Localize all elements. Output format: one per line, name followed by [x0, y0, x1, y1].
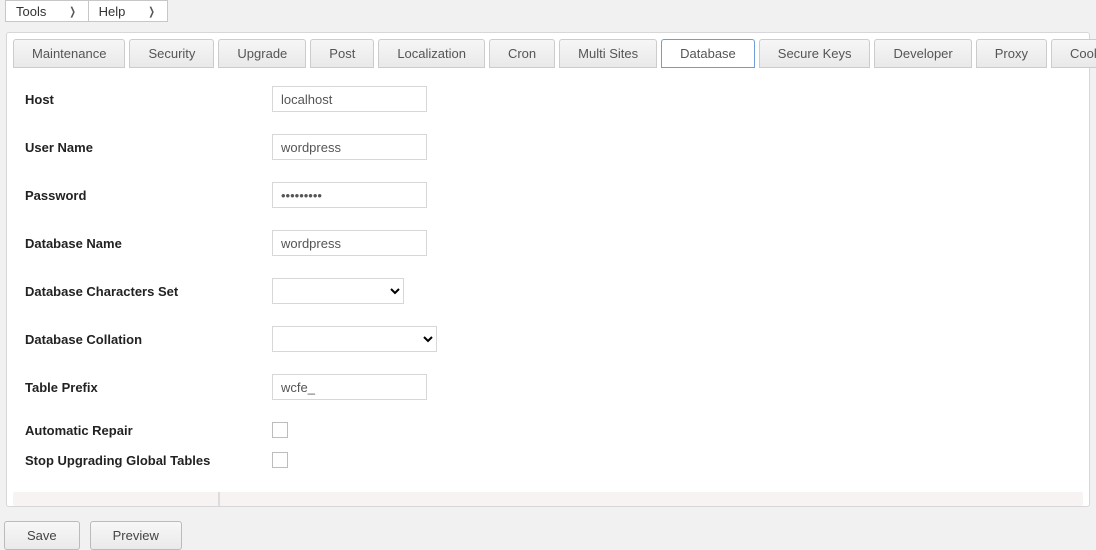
- preview-button[interactable]: Preview: [90, 521, 182, 550]
- tab-proxy[interactable]: Proxy: [976, 39, 1047, 68]
- menu-tools[interactable]: Tools ❯: [5, 0, 89, 22]
- save-button[interactable]: Save: [4, 521, 80, 550]
- menu-label: Tools: [16, 4, 46, 19]
- dbname-label: Database Name: [25, 236, 272, 251]
- tab-cron[interactable]: Cron: [489, 39, 555, 68]
- database-form: Host User Name Password Database Name Da…: [11, 68, 1085, 486]
- collation-select[interactable]: [272, 326, 437, 352]
- charset-select[interactable]: [272, 278, 404, 304]
- prefix-label: Table Prefix: [25, 380, 272, 395]
- tab-maintenance[interactable]: Maintenance: [13, 39, 125, 68]
- collation-label: Database Collation: [25, 332, 272, 347]
- panel-footer: [13, 492, 1083, 506]
- auto-repair-label: Automatic Repair: [25, 423, 272, 438]
- menubar: Tools ❯ Help ❯: [0, 0, 1096, 22]
- password-label: Password: [25, 188, 272, 203]
- stop-upgrade-checkbox[interactable]: [272, 452, 288, 468]
- tab-cookies[interactable]: Cookies: [1051, 39, 1096, 68]
- password-input[interactable]: [272, 182, 427, 208]
- username-label: User Name: [25, 140, 272, 155]
- menu-help[interactable]: Help ❯: [88, 0, 168, 22]
- charset-label: Database Characters Set: [25, 284, 272, 299]
- settings-panel: Maintenance Security Upgrade Post Locali…: [6, 32, 1090, 507]
- host-label: Host: [25, 92, 272, 107]
- dbname-input[interactable]: [272, 230, 427, 256]
- menu-label: Help: [99, 4, 126, 19]
- auto-repair-checkbox[interactable]: [272, 422, 288, 438]
- chevron-right-icon: ❯: [149, 5, 155, 18]
- footer-divider: [218, 492, 220, 506]
- tab-post[interactable]: Post: [310, 39, 374, 68]
- tab-bar: Maintenance Security Upgrade Post Locali…: [11, 37, 1085, 68]
- stop-upgrade-label: Stop Upgrading Global Tables: [25, 453, 272, 468]
- tab-localization[interactable]: Localization: [378, 39, 485, 68]
- tab-upgrade[interactable]: Upgrade: [218, 39, 306, 68]
- username-input[interactable]: [272, 134, 427, 160]
- chevron-right-icon: ❯: [70, 5, 76, 18]
- tab-multi-sites[interactable]: Multi Sites: [559, 39, 657, 68]
- tab-database[interactable]: Database: [661, 39, 755, 68]
- tab-developer[interactable]: Developer: [874, 39, 971, 68]
- tab-secure-keys[interactable]: Secure Keys: [759, 39, 871, 68]
- action-bar: Save Preview: [0, 507, 1096, 550]
- prefix-input[interactable]: [272, 374, 427, 400]
- host-input[interactable]: [272, 86, 427, 112]
- tab-security[interactable]: Security: [129, 39, 214, 68]
